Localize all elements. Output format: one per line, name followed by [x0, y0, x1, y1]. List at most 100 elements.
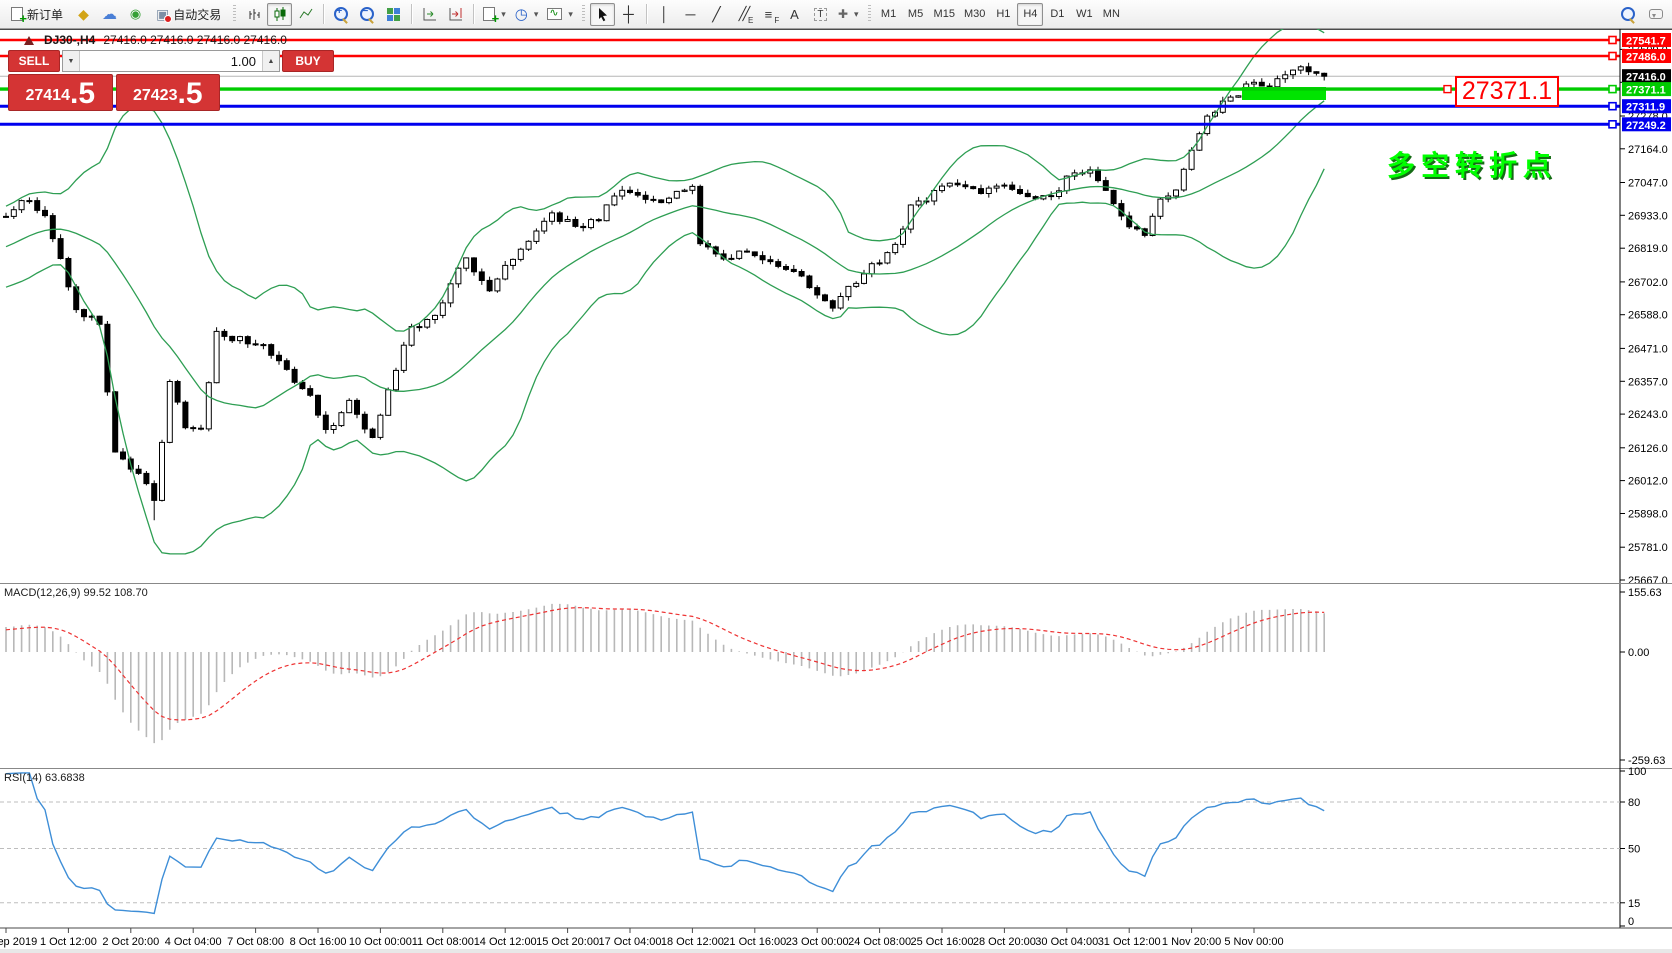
- svg-text:26243.0: 26243.0: [1628, 409, 1668, 421]
- fibonacci-button[interactable]: [756, 3, 781, 26]
- sell-button[interactable]: SELL: [8, 50, 60, 72]
- tf-button-m30[interactable]: M30: [960, 3, 989, 26]
- svg-text:10 Oct 00:00: 10 Oct 00:00: [349, 936, 412, 948]
- cursor-button[interactable]: [590, 3, 615, 26]
- new-order-button[interactable]: 新订单: [4, 3, 70, 26]
- arrows-icon: [838, 7, 848, 21]
- bar-chart-button[interactable]: [241, 3, 266, 26]
- toolbar-separator: [323, 4, 324, 24]
- toolbar-separator: [646, 4, 647, 24]
- svg-text:100: 100: [1628, 766, 1646, 778]
- svg-text:26933.0: 26933.0: [1628, 210, 1668, 222]
- sell-price[interactable]: 27414 .5: [8, 74, 113, 111]
- svg-text:1 Nov 20:00: 1 Nov 20:00: [1162, 936, 1221, 948]
- label-anchor-handle[interactable]: [1444, 86, 1451, 93]
- buy-button[interactable]: BUY: [282, 50, 334, 72]
- tf-button-d1[interactable]: D1: [1044, 3, 1070, 26]
- svg-text:8 Oct 16:00: 8 Oct 16:00: [290, 936, 347, 948]
- zoom-out-button[interactable]: −: [355, 3, 380, 26]
- line-handle[interactable]: [1609, 37, 1616, 44]
- tf-button-h4[interactable]: H4: [1017, 3, 1043, 26]
- trendline-icon: [712, 6, 720, 23]
- svg-text:26819.0: 26819.0: [1628, 243, 1668, 255]
- crosshair-button[interactable]: [616, 3, 641, 26]
- bar-chart-icon: [246, 6, 262, 22]
- indicators-icon: [547, 8, 562, 20]
- chart-collapse-icon[interactable]: [24, 36, 34, 45]
- zoom-out-icon: −: [360, 7, 375, 22]
- svg-text:27249.2: 27249.2: [1626, 120, 1666, 132]
- tf-button-m15[interactable]: M15: [930, 3, 959, 26]
- svg-text:5 Nov 00:00: 5 Nov 00:00: [1224, 936, 1283, 948]
- svg-text:15 Oct 20:00: 15 Oct 20:00: [536, 936, 599, 948]
- periods-button[interactable]: [511, 3, 543, 26]
- auto-scroll-button[interactable]: [417, 3, 442, 26]
- volume-input[interactable]: [80, 51, 262, 71]
- vertical-line-button[interactable]: [652, 3, 677, 26]
- clock-icon: [515, 5, 528, 23]
- svg-text:80: 80: [1628, 797, 1640, 809]
- trendline-button[interactable]: [704, 3, 729, 26]
- svg-text:0: 0: [1628, 916, 1634, 928]
- arrows-button[interactable]: [834, 3, 863, 26]
- chart-shift-button[interactable]: [443, 3, 468, 26]
- tf-button-h1[interactable]: H1: [990, 3, 1016, 26]
- profiles-button[interactable]: [71, 3, 96, 26]
- toolbar-group-objects: [652, 3, 863, 26]
- channel-button[interactable]: [730, 3, 755, 26]
- line-handle[interactable]: [1609, 53, 1616, 60]
- svg-text:27541.7: 27541.7: [1626, 36, 1666, 48]
- search-button[interactable]: [1616, 3, 1641, 26]
- auto-trading-button[interactable]: 自动交易: [149, 3, 228, 26]
- new-chart-button[interactable]: [479, 3, 510, 26]
- volume-stepper: [62, 50, 280, 72]
- profiles-icon: [78, 6, 89, 23]
- text-label-button[interactable]: [808, 3, 833, 26]
- toolbar-separator: [411, 4, 412, 24]
- candlestick-chart-button[interactable]: [267, 3, 292, 26]
- robot-icon: [156, 6, 169, 23]
- toolbar-grip: [868, 5, 871, 23]
- volume-down-button[interactable]: [63, 51, 80, 71]
- new-chart-icon: [483, 7, 495, 21]
- text-button[interactable]: [782, 3, 807, 26]
- line-chart-button[interactable]: [293, 3, 318, 26]
- tile-windows-button[interactable]: [381, 3, 406, 26]
- candlestick-chart-icon: [272, 6, 288, 22]
- svg-text:1 Oct 12:00: 1 Oct 12:00: [40, 936, 97, 948]
- cloud-icon: [102, 5, 117, 23]
- tf-button-w1[interactable]: W1: [1071, 3, 1097, 26]
- svg-text:50: 50: [1628, 844, 1640, 856]
- cursor-icon: [595, 7, 610, 22]
- svg-text:0.00: 0.00: [1628, 647, 1649, 659]
- community-button[interactable]: [97, 3, 122, 26]
- svg-text:25667.0: 25667.0: [1628, 575, 1668, 587]
- horizontal-line-button[interactable]: [678, 3, 703, 26]
- svg-text:31 Oct 12:00: 31 Oct 12:00: [1098, 936, 1161, 948]
- zoom-in-button[interactable]: +: [329, 3, 354, 26]
- buy-price-main: 27423: [133, 87, 178, 105]
- tf-button-m1[interactable]: M1: [876, 3, 902, 26]
- crosshair-icon: [623, 6, 634, 23]
- tf-button-mn[interactable]: MN: [1098, 3, 1124, 26]
- svg-text:155.63: 155.63: [1628, 587, 1662, 599]
- volume-up-button[interactable]: [262, 51, 279, 71]
- price-chart-canvas[interactable]: 27509.027395.027278.027164.027047.026933…: [0, 0, 1672, 953]
- buy-price[interactable]: 27423 .5: [116, 74, 221, 111]
- indicators-button[interactable]: [543, 3, 577, 26]
- chat-button[interactable]: [1643, 3, 1668, 26]
- chart-area[interactable]: 27509.027395.027278.027164.027047.026933…: [0, 0, 1672, 953]
- vertical-line-icon: [660, 6, 669, 22]
- svg-text:24 Oct 08:00: 24 Oct 08:00: [848, 936, 911, 948]
- line-handle[interactable]: [1609, 121, 1616, 128]
- tf-button-m5[interactable]: M5: [903, 3, 929, 26]
- svg-text:7 Oct 08:00: 7 Oct 08:00: [227, 936, 284, 948]
- rsi-indicator-label: RSI(14) 63.6838: [4, 772, 85, 784]
- toolbar-group-zoom: + −: [329, 3, 406, 26]
- signals-button[interactable]: [123, 3, 148, 26]
- line-handle[interactable]: [1609, 86, 1616, 93]
- line-handle[interactable]: [1609, 103, 1616, 110]
- svg-text:27371.1: 27371.1: [1626, 85, 1666, 97]
- price-tag-label[interactable]: 27371.1: [1455, 76, 1559, 107]
- signal-icon: [130, 6, 141, 22]
